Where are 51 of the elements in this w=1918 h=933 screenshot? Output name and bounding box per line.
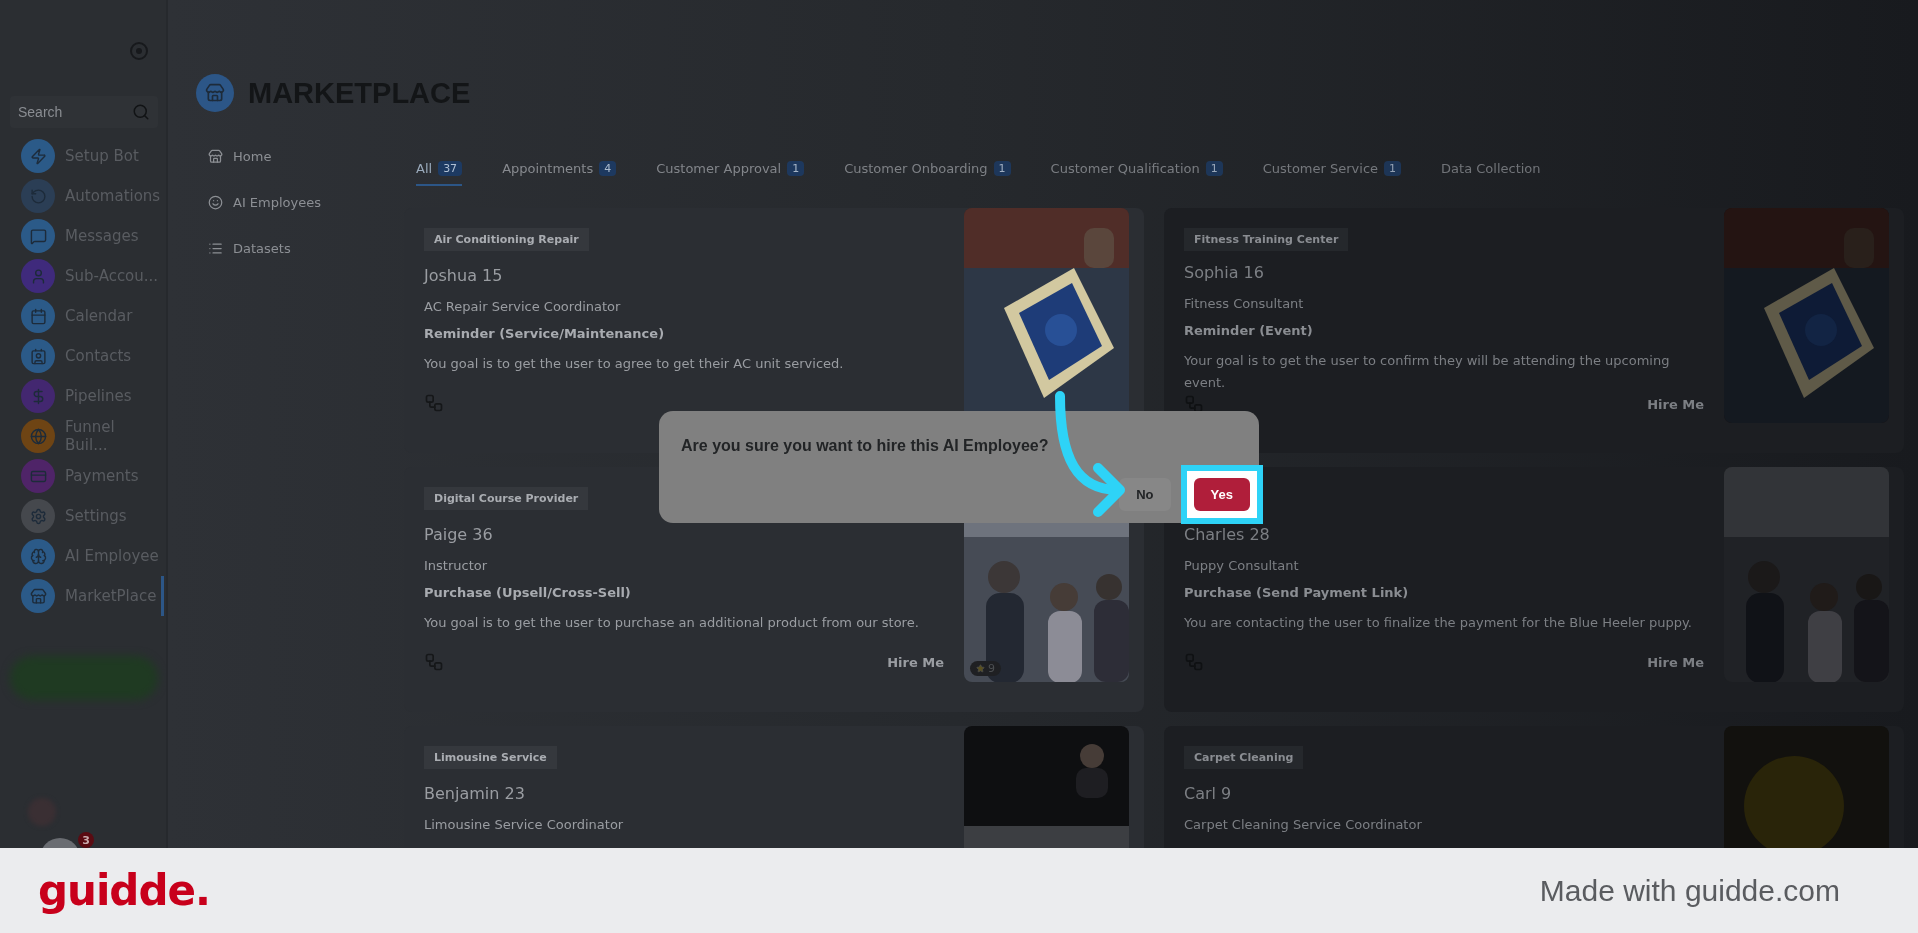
- count-badge: 4: [599, 160, 617, 176]
- employee-name: Benjamin 23: [424, 784, 526, 803]
- employee-role: Instructor: [424, 558, 489, 573]
- employee-role: Puppy Consultant: [1184, 558, 1300, 573]
- guidde-logo: guidde.: [38, 866, 210, 915]
- search-field[interactable]: Search: [10, 96, 158, 128]
- category-tag: Air Conditioning Repair: [424, 228, 589, 251]
- submenu-item[interactable]: Home: [208, 140, 370, 172]
- goal-description: Your goal is to get the user to confirm they will be attending the upcoming event.: [1184, 352, 1671, 392]
- category-tab[interactable]: Data Collection: [1441, 152, 1541, 186]
- hire-link[interactable]: Hire Me: [1647, 654, 1704, 670]
- employee-role: Fitness Consultant: [1184, 296, 1305, 311]
- count-badge: 1: [1384, 160, 1402, 176]
- hire-link[interactable]: Hire Me: [887, 654, 944, 670]
- submenu-item[interactable]: Datasets: [208, 232, 370, 264]
- cancel-button[interactable]: No: [1119, 478, 1171, 511]
- goal-description: You goal is to get the user to purchase an additional product from our store.: [424, 614, 920, 632]
- category-tag: Carpet Cleaning: [1184, 746, 1304, 769]
- employee-role: Carpet Cleaning Service Coordinator: [1184, 817, 1423, 832]
- count-badge: 1: [993, 160, 1011, 176]
- category-tab[interactable]: Appointments 4: [502, 152, 617, 186]
- category-tab[interactable]: Customer Onboarding 1: [844, 152, 1011, 186]
- count-badge: 1: [787, 160, 805, 176]
- employee-name: Sophia 16: [1184, 263, 1265, 282]
- goal-type: Reminder (Event): [1184, 323, 1314, 338]
- goal-type: Reminder (Service/Maintenance): [424, 326, 666, 341]
- employee-role: AC Repair Service Coordinator: [424, 299, 622, 314]
- category-tag: Limousine Service: [424, 746, 557, 769]
- count-badge: 37: [438, 160, 463, 176]
- goal-type: Purchase (Send Payment Link): [1184, 585, 1410, 600]
- credit-text: Made with guidde.com: [1539, 873, 1840, 908]
- category-tab[interactable]: Customer Service 1: [1262, 152, 1402, 186]
- hire-link[interactable]: Hire Me: [1647, 396, 1704, 412]
- dialog-message: Are you sure you want to hire this AI Employee?: [681, 437, 1050, 455]
- goal-type: Purchase (Upsell/Cross-Sell): [424, 585, 632, 600]
- category-tab[interactable]: Customer Approval 1: [656, 152, 805, 186]
- category-tab[interactable]: All 37: [416, 152, 463, 186]
- notification-badge: 3: [78, 832, 94, 848]
- confirm-button[interactable]: Yes: [1193, 478, 1250, 511]
- goal-description: You are contacting the user to finalize the payment for the Blue Heeler puppy.: [1184, 614, 1693, 632]
- employee-name: Joshua 15: [424, 266, 504, 285]
- goal-description: You goal is to get the user to agree to get their AC unit serviced.: [424, 355, 845, 373]
- employee-name: Paige 36: [424, 525, 494, 544]
- count-badge: 1: [1205, 160, 1223, 176]
- employee-name: Charles 28: [1184, 525, 1271, 544]
- employee-role: Limousine Service Coordinator: [424, 817, 625, 832]
- submenu-item[interactable]: AI Employees: [208, 186, 370, 218]
- category-tag: Digital Course Provider: [424, 487, 589, 510]
- category-tab[interactable]: Customer Qualification 1: [1050, 152, 1223, 186]
- employee-name: Carl 9: [1184, 784, 1233, 803]
- category-tag: Fitness Training Center: [1184, 228, 1349, 251]
